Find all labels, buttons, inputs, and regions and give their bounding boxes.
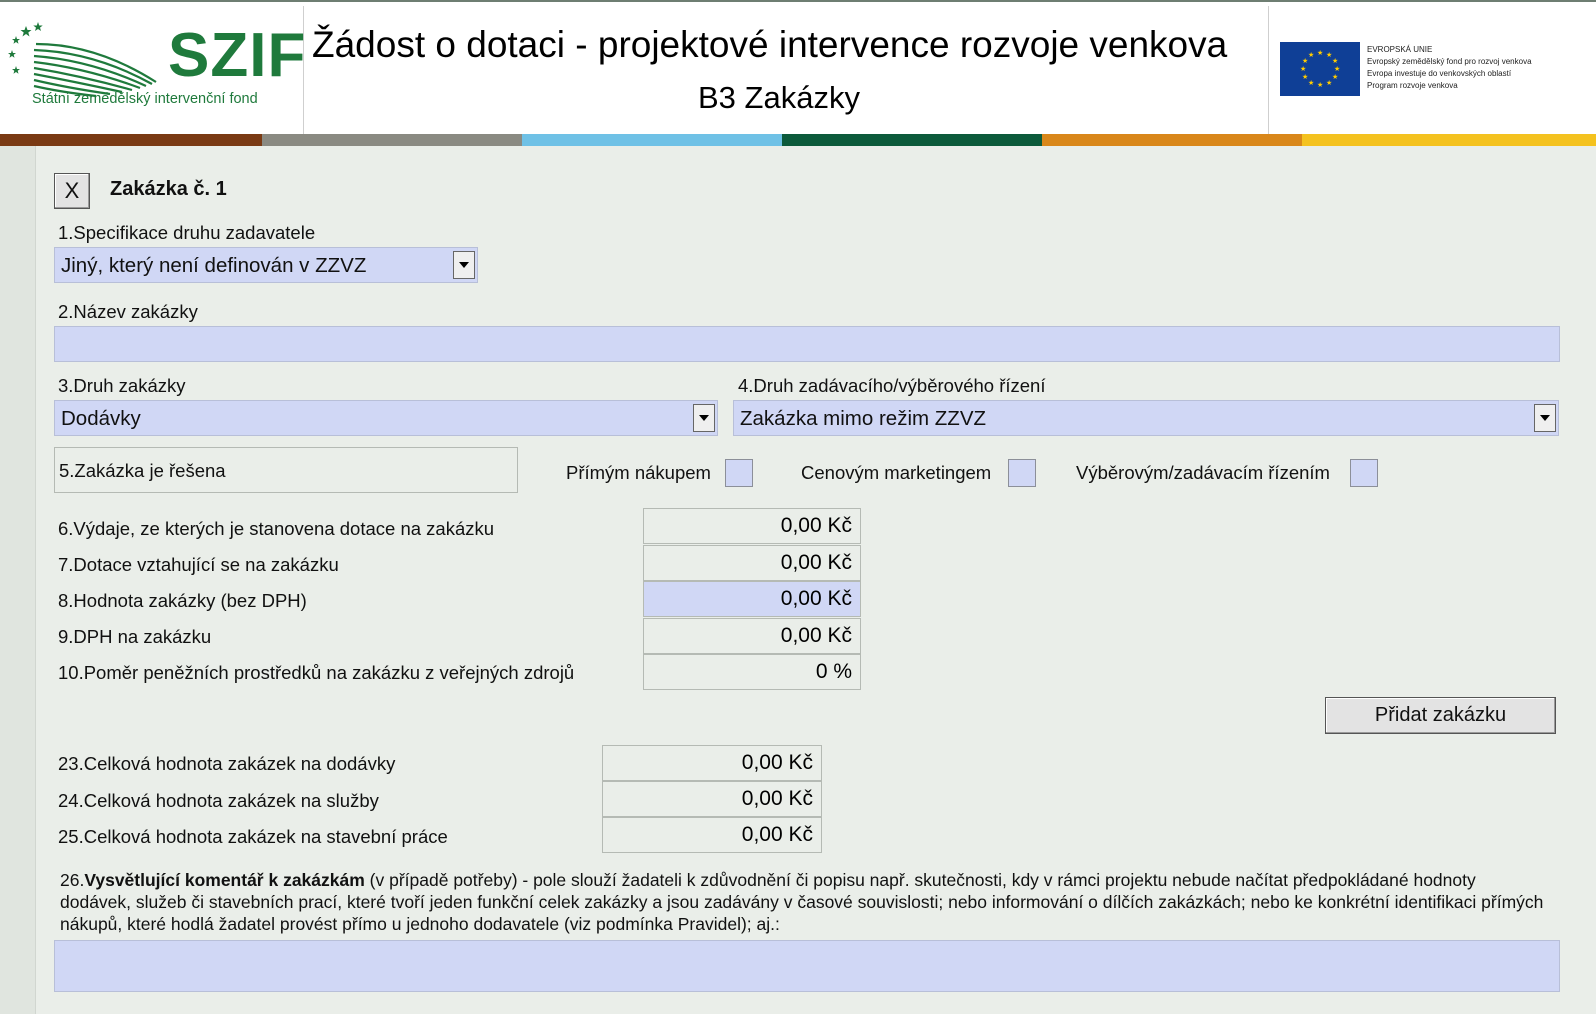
stripe-segment (1302, 134, 1596, 146)
vat-value: 0,00 Kč (643, 618, 861, 654)
f10-label: 10.Poměr peněžních prostředků na zakázku… (58, 662, 575, 683)
szif-logo-text: SZIF (168, 21, 307, 90)
subsidy-value: 0,00 Kč (643, 545, 861, 581)
f1-value: Jiný, který není definován v ZZVZ (61, 254, 367, 277)
f2-label: 2.Název zakázky (58, 301, 198, 322)
t23-label: 23.Celková hodnota zakázek na dodávky (58, 753, 396, 774)
comment-label: 26.Vysvětlující komentář k zakázkám (v p… (60, 869, 1550, 935)
svg-text:★: ★ (1300, 65, 1306, 73)
eu-text-line: Program rozvoje venkova (1367, 81, 1458, 90)
opt-direct-label: Přímým nákupem (566, 462, 711, 483)
chevron-down-icon[interactable] (1534, 404, 1556, 432)
eligible-expenses-value: 0,00 Kč (643, 508, 861, 544)
t25-label: 25.Celková hodnota zakázek na stavební p… (58, 826, 448, 847)
comment-number: 26. (60, 870, 85, 890)
eu-text-line: Evropský zemědělský fond pro rozvoj venk… (1367, 57, 1532, 66)
svg-text:★: ★ (1308, 51, 1314, 59)
f5-label: 5.Zakázka je řešena (59, 460, 226, 481)
add-contract-button[interactable]: Přidat zakázku (1325, 697, 1556, 734)
f3-value: Dodávky (61, 407, 141, 430)
f4-value: Zakázka mimo režim ZZVZ (740, 407, 987, 430)
total-construction-value: 0,00 Kč (602, 817, 822, 853)
svg-text:★: ★ (1326, 79, 1332, 87)
opt-tender-label: Výběrovým/zadávacím řízením (1076, 462, 1330, 483)
stripe-segment (1042, 134, 1302, 146)
chevron-down-icon[interactable] (693, 404, 715, 432)
svg-text:★: ★ (1302, 73, 1308, 81)
t24-label: 24.Celková hodnota zakázek na služby (58, 790, 379, 811)
szif-logo-subtitle: Státní zemědělský intervenční fond (32, 91, 258, 107)
svg-text:★: ★ (1308, 79, 1314, 87)
eu-text-line: Evropa investuje do venkovských oblastí (1367, 69, 1512, 78)
total-supplies-value: 0,00 Kč (602, 745, 822, 781)
contracting-authority-select[interactable]: Jiný, který není definován v ZZVZ (54, 247, 478, 283)
contract-name-input[interactable] (54, 326, 1560, 362)
chevron-down-icon[interactable] (453, 251, 475, 279)
opt-price-label: Cenovým marketingem (801, 462, 992, 483)
left-rail (0, 146, 36, 1014)
svg-text:★: ★ (1317, 81, 1323, 89)
svg-text:★: ★ (1334, 65, 1340, 73)
direct-purchase-checkbox[interactable] (725, 459, 753, 487)
contract-type-select[interactable]: Dodávky (54, 400, 718, 436)
procedure-type-select[interactable]: Zakázka mimo režim ZZVZ (733, 400, 1559, 436)
section-title: B3 Zakázky (698, 80, 860, 115)
stripe-segment (522, 134, 782, 146)
f8-label: 8.Hodnota zakázky (bez DPH) (58, 590, 307, 611)
page-title: Žádost o dotaci - projektové intervence … (312, 24, 1228, 65)
f3-label: 3.Druh zakázky (58, 375, 186, 396)
price-marketing-checkbox[interactable] (1008, 459, 1036, 487)
tender-procedure-checkbox[interactable] (1350, 459, 1378, 487)
stripe-segment (262, 134, 522, 146)
total-services-value: 0,00 Kč (602, 781, 822, 817)
f6-label: 6.Výdaje, ze kterých je stanovena dotace… (58, 518, 495, 539)
svg-text:★: ★ (1332, 57, 1338, 65)
remove-contract-button[interactable]: X (54, 173, 90, 209)
stripe-segment (0, 134, 262, 146)
svg-text:★: ★ (1317, 49, 1323, 57)
f5-box: 5.Zakázka je řešena (54, 447, 518, 493)
f1-label: 1.Specifikace druhu zadavatele (58, 222, 316, 243)
color-stripe (0, 134, 1596, 146)
f4-label: 4.Druh zadávacího/výběrového řízení (738, 375, 1046, 396)
stripe-segment (782, 134, 1042, 146)
szif-field-icon (8, 22, 157, 98)
comment-bold-title: Vysvětlující komentář k zakázkám (84, 870, 365, 890)
svg-text:★: ★ (1332, 73, 1338, 81)
comment-textarea[interactable] (54, 940, 1560, 992)
eu-flag-icon: ★ ★ ★ ★ ★ ★ ★ ★ ★ ★ ★ ★ (1280, 42, 1360, 96)
contract-heading: Zakázka č. 1 (110, 178, 227, 200)
eu-text-line: EVROPSKÁ UNIE (1367, 45, 1433, 54)
contract-value-input[interactable]: 0,00 Kč (643, 581, 861, 617)
f9-label: 9.DPH na zakázku (58, 626, 212, 647)
f7-label: 7.Dotace vztahující se na zakázku (58, 554, 339, 575)
public-funds-ratio-value: 0 % (643, 654, 861, 690)
